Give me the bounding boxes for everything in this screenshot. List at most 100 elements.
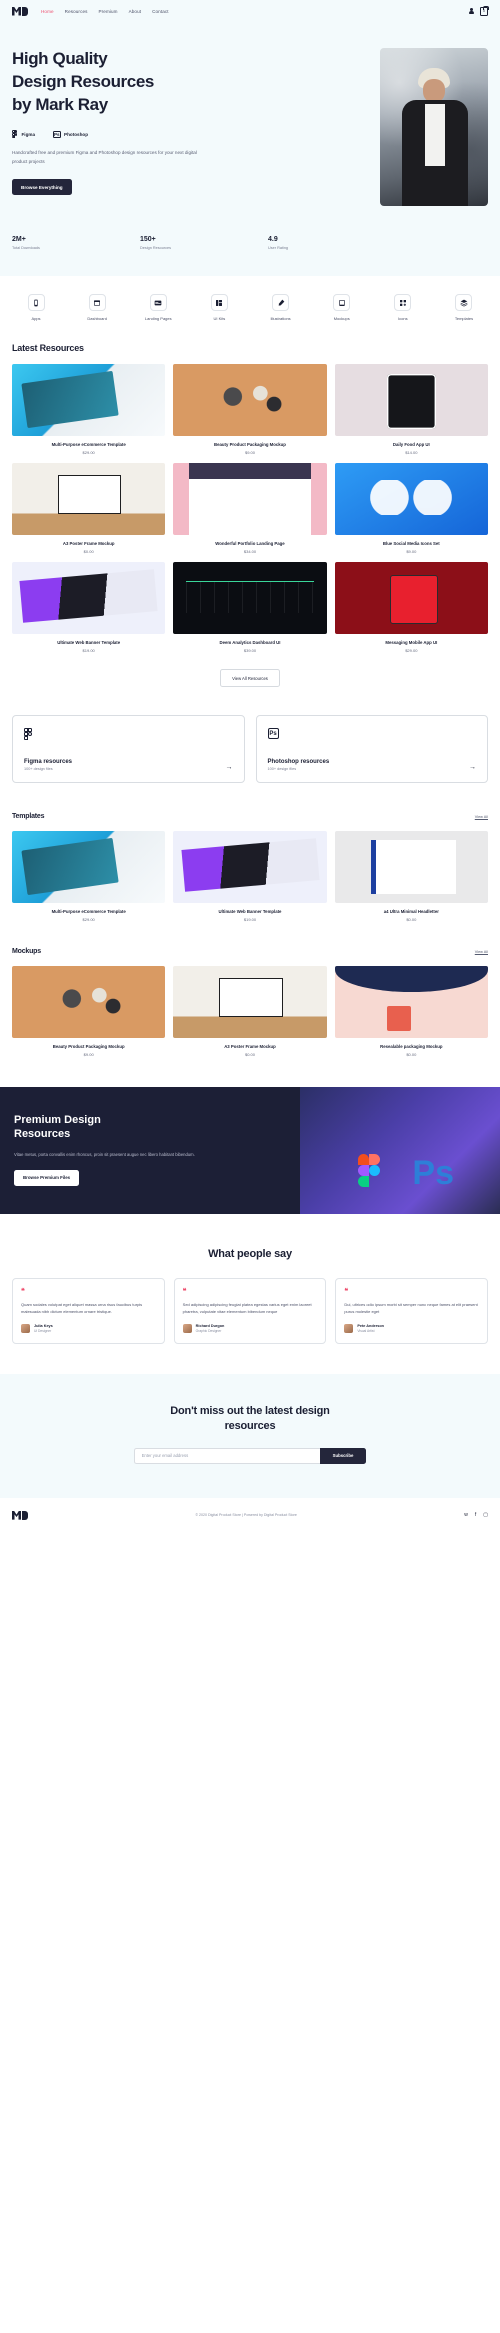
template-card[interactable]: Multi-Purpose eCommerce Template $29.00	[12, 831, 166, 922]
resource-card[interactable]: Multi-Purpose eCommerce Template $29.00	[12, 364, 166, 455]
mockup-card[interactable]: Beauty Product Packaging Mockup $9.00	[12, 966, 166, 1057]
resource-card[interactable]: Wonderful Portfolio Landing Page $34.00	[173, 463, 327, 554]
category-templates[interactable]: Templates	[438, 294, 490, 321]
photoshop-icon: Ps	[267, 728, 279, 739]
mockup-card[interactable]: Resealable packaging Mockup $0.00	[334, 966, 488, 1057]
testimonials-grid: ❝ Quam sodales volutpat eget aliquet mas…	[12, 1277, 488, 1344]
resource-card[interactable]: Ultimate Web Banner Template $19.00	[12, 562, 166, 653]
premium-description: Vitae metus, porta convallis enim rhoncu…	[14, 1151, 195, 1157]
resource-card[interactable]: Daily Food App UI $14.00	[334, 364, 488, 455]
avatar	[182, 1323, 192, 1333]
facebook-icon[interactable]: f	[475, 1512, 476, 1518]
nav-item-contact[interactable]: Contact	[152, 9, 169, 14]
cart-count: 0	[483, 9, 485, 13]
mockups-section: Mockups View All Beauty Product Packagin…	[0, 948, 500, 1057]
user-icon[interactable]	[469, 8, 474, 14]
nav-item-premium[interactable]: Premium	[99, 9, 118, 14]
section-title-testimonials: What people say	[208, 1247, 292, 1260]
category-label: Mockups	[333, 316, 350, 321]
template-title: Multi-Purpose eCommerce Template	[51, 909, 126, 914]
template-card[interactable]: Ultimate Web Banner Template $19.00	[173, 831, 327, 922]
templates-view-all[interactable]: View All	[475, 815, 488, 819]
arrow-right-icon[interactable]: →	[226, 764, 233, 771]
stat-value: 150+	[140, 236, 156, 243]
resource-title: Beauty Product Packaging Mockup	[214, 442, 286, 447]
premium-title: Premium Design Resources	[14, 1113, 214, 1142]
template-title: a4 Ultra Minimal Headletter	[383, 909, 439, 914]
avatar	[21, 1323, 30, 1333]
resource-price: $29.00	[82, 450, 95, 455]
category-landing-pages[interactable]: Landing Pages	[132, 294, 184, 321]
section-title-latest: Latest Resources	[12, 343, 84, 353]
hero-section: High Quality Design Resources by Mark Ra…	[0, 22, 500, 236]
category-apps[interactable]: Apps	[10, 294, 62, 321]
category-dashboard[interactable]: Dashboard	[71, 294, 123, 321]
subscribe-button[interactable]: Subscribe	[319, 1447, 367, 1464]
template-price: $19.00	[243, 917, 257, 922]
template-thumbnail	[173, 831, 327, 903]
badge-figma-label: Figma	[21, 131, 36, 137]
twitter-icon[interactable]: w	[464, 1512, 468, 1518]
nav-item-resources[interactable]: Resources	[65, 9, 88, 14]
resource-card[interactable]: Messaging Mobile App UI $29.00	[334, 562, 488, 653]
quote-icon: ❝	[344, 1287, 348, 1295]
premium-title-line1: Premium Design	[14, 1114, 101, 1126]
figma-resources-card[interactable]: Figma resources 100+ design files →	[12, 715, 245, 783]
cart-icon[interactable]: 0	[480, 5, 489, 16]
resource-card[interactable]: Blue Social Media Icons Set $9.00	[334, 463, 488, 554]
category-ui-kits[interactable]: UI Kits	[193, 294, 245, 321]
browse-everything-button[interactable]: Browse Everything	[12, 179, 72, 196]
resource-title: A3 Poster Frame Mockup	[62, 541, 115, 546]
quote-icon: ❝	[182, 1287, 187, 1295]
resource-thumbnail	[334, 562, 488, 634]
testimonial-author: Richard Durgon Graphic Designer	[182, 1323, 318, 1333]
brand-logo-icon[interactable]	[12, 6, 28, 16]
photoshop-resources-card[interactable]: Ps Photoshop resources 100+ design files…	[255, 715, 488, 783]
view-all-resources-button[interactable]: View All Resources	[220, 669, 280, 687]
templates-grid: Multi-Purpose eCommerce Template $29.00 U…	[12, 831, 488, 922]
top-navigation: Home Resources Premium About Contact 0	[0, 0, 500, 22]
tool-title: Figma resources	[24, 758, 73, 765]
resource-card[interactable]: Deem Analytics Dashboard UI $39.00	[173, 562, 327, 653]
tool-subtitle: 100+ design files	[267, 767, 297, 771]
resource-title: Ultimate Web Banner Template	[57, 640, 121, 645]
hero-title-line2: Design Resources	[12, 71, 154, 91]
nav-item-home[interactable]: Home	[41, 9, 54, 14]
tool-card-body: Figma resources 100+ design files →	[24, 759, 233, 772]
page-title: High Quality Design Resources by Mark Ra…	[12, 48, 228, 116]
mockup-price: $0.00	[406, 1052, 417, 1057]
resource-thumbnail	[12, 463, 166, 535]
category-icons[interactable]: Icons	[377, 294, 429, 321]
mockup-price: $9.00	[83, 1052, 94, 1057]
mockups-view-all[interactable]: View All	[475, 950, 488, 954]
newsletter-title-line1: Don't miss out the latest design	[170, 1404, 330, 1417]
resource-card[interactable]: Beauty Product Packaging Mockup $9.00	[173, 364, 327, 455]
browse-premium-files-button[interactable]: Browse Premium Files	[14, 1169, 80, 1186]
nav-item-about[interactable]: About	[129, 9, 142, 14]
layers-blocks-icon	[210, 294, 228, 311]
hero-person-shirt	[425, 104, 445, 166]
email-field[interactable]	[133, 1447, 320, 1464]
testimonial-quote: Sed adipiscing adipiscing feugiat platea…	[182, 1301, 312, 1314]
mockup-title: Resealable packaging Mockup	[380, 1044, 443, 1049]
resource-card[interactable]: A3 Poster Frame Mockup $0.00	[12, 463, 166, 554]
mockup-card[interactable]: A3 Poster Frame Mockup $0.00	[173, 966, 327, 1057]
category-label: UI Kits	[213, 316, 226, 321]
author-role: Graphic Designer	[195, 1328, 222, 1333]
mockup-thumbnail	[12, 966, 166, 1038]
badge-photoshop: Ps Photoshop	[53, 130, 88, 139]
category-illustrations[interactable]: Illustrations	[255, 294, 307, 321]
hero-content: High Quality Design Resources by Mark Ra…	[12, 48, 228, 206]
footer-logo-icon[interactable]	[12, 1510, 28, 1520]
hero-image	[380, 48, 488, 206]
template-card[interactable]: a4 Ultra Minimal Headletter $0.00	[334, 831, 488, 922]
stat-label: Total Downloads	[12, 246, 40, 250]
newsletter-form: Subscribe	[12, 1447, 488, 1464]
instagram-icon[interactable]: ▢	[483, 1512, 488, 1518]
category-mockups[interactable]: Mockups	[316, 294, 368, 321]
resource-thumbnail	[173, 364, 327, 436]
arrow-right-icon[interactable]: →	[469, 764, 476, 771]
resource-thumbnail	[173, 562, 327, 634]
stat-value: 4.9	[268, 236, 278, 243]
view-all-resources-wrap: View All Resources	[12, 669, 488, 687]
